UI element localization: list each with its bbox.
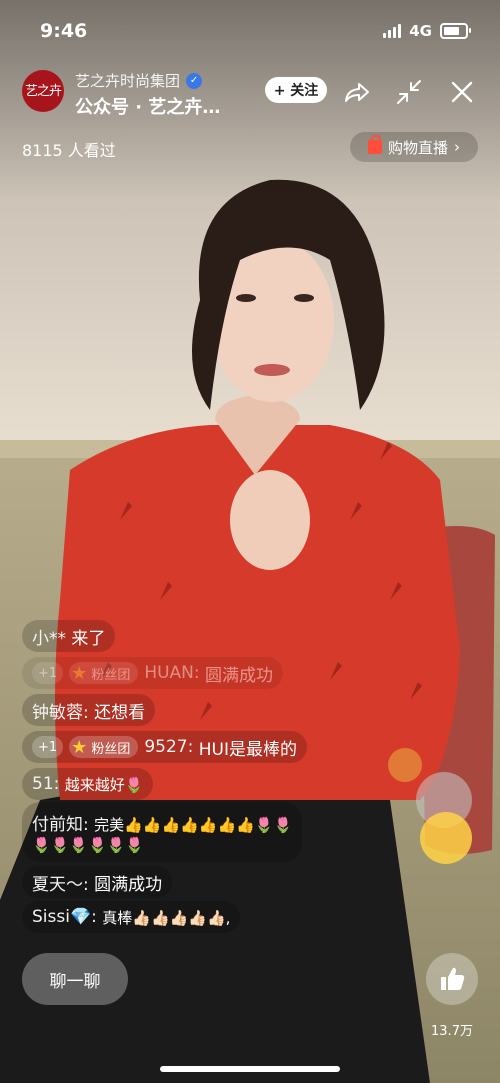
comment-item: Sissi💎: 真棒👍🏻👍🏻👍🏻👍🏻👍🏻, <box>22 901 241 933</box>
comment-item: 夏天～: 圆满成功 <box>22 866 173 898</box>
minimize-icon[interactable] <box>395 78 423 106</box>
shopping-bag-icon <box>367 135 382 154</box>
chat-button[interactable]: 聊一聊 <box>22 953 128 1005</box>
like-count: 13.7万 <box>431 1024 473 1039</box>
comment-item: +1 ★ 粉丝团 9527: HUI是最棒的 <box>22 731 307 763</box>
comment-item: 钟敏蓉: 还想看 <box>22 694 156 726</box>
comment-item: 付前知: 完美👍👍👍👍👍👍👍🌷🌷 🌷🌷🌷🌷🌷🌷 <box>22 802 303 862</box>
battery-icon <box>440 23 471 39</box>
signal-icon <box>383 24 402 38</box>
share-icon[interactable] <box>343 78 371 106</box>
account-subtitle: 公众号 · 艺之卉… <box>75 97 221 118</box>
home-indicator[interactable] <box>160 1066 340 1072</box>
follow-button[interactable]: + 关注 <box>265 77 327 103</box>
fan-club-badge: ★ 粉丝团 <box>69 662 139 684</box>
status-time: 9:46 <box>40 20 88 42</box>
star-icon: ★ <box>71 662 88 684</box>
chevron-right-icon: › <box>454 138 460 156</box>
avatar-logo-text: 艺之卉 <box>24 83 62 99</box>
plus-one-badge: +1 <box>32 662 64 684</box>
floating-emoji-icon <box>420 812 472 864</box>
thumbs-up-icon <box>441 967 465 990</box>
account-avatar[interactable]: 艺之卉 <box>22 70 64 112</box>
status-bar: 9:46 4G <box>0 0 500 56</box>
star-icon: ★ <box>71 736 88 758</box>
account-name-row[interactable]: 艺之卉时尚集团 ✓ <box>75 70 203 91</box>
close-icon[interactable] <box>448 78 476 106</box>
floating-reaction-icon <box>388 748 422 782</box>
viewer-count: 8115 人看过 <box>22 141 116 160</box>
like-button[interactable] <box>426 953 478 1005</box>
comment-item: 小** 来了 <box>22 620 116 652</box>
comment-item: +1 ★ 粉丝团 HUAN: 圆满成功 <box>22 657 284 689</box>
network-type: 4G <box>409 22 432 40</box>
comment-item: 51: 越来越好🌷 <box>22 768 154 800</box>
plus-one-badge: +1 <box>32 736 64 758</box>
fan-club-badge: ★ 粉丝团 <box>69 736 139 758</box>
shopping-live-label: 购物直播 <box>387 138 448 157</box>
account-name: 艺之卉时尚集团 <box>75 72 181 90</box>
verified-icon: ✓ <box>186 72 203 89</box>
shopping-live-button[interactable]: 购物直播 › <box>350 132 478 162</box>
